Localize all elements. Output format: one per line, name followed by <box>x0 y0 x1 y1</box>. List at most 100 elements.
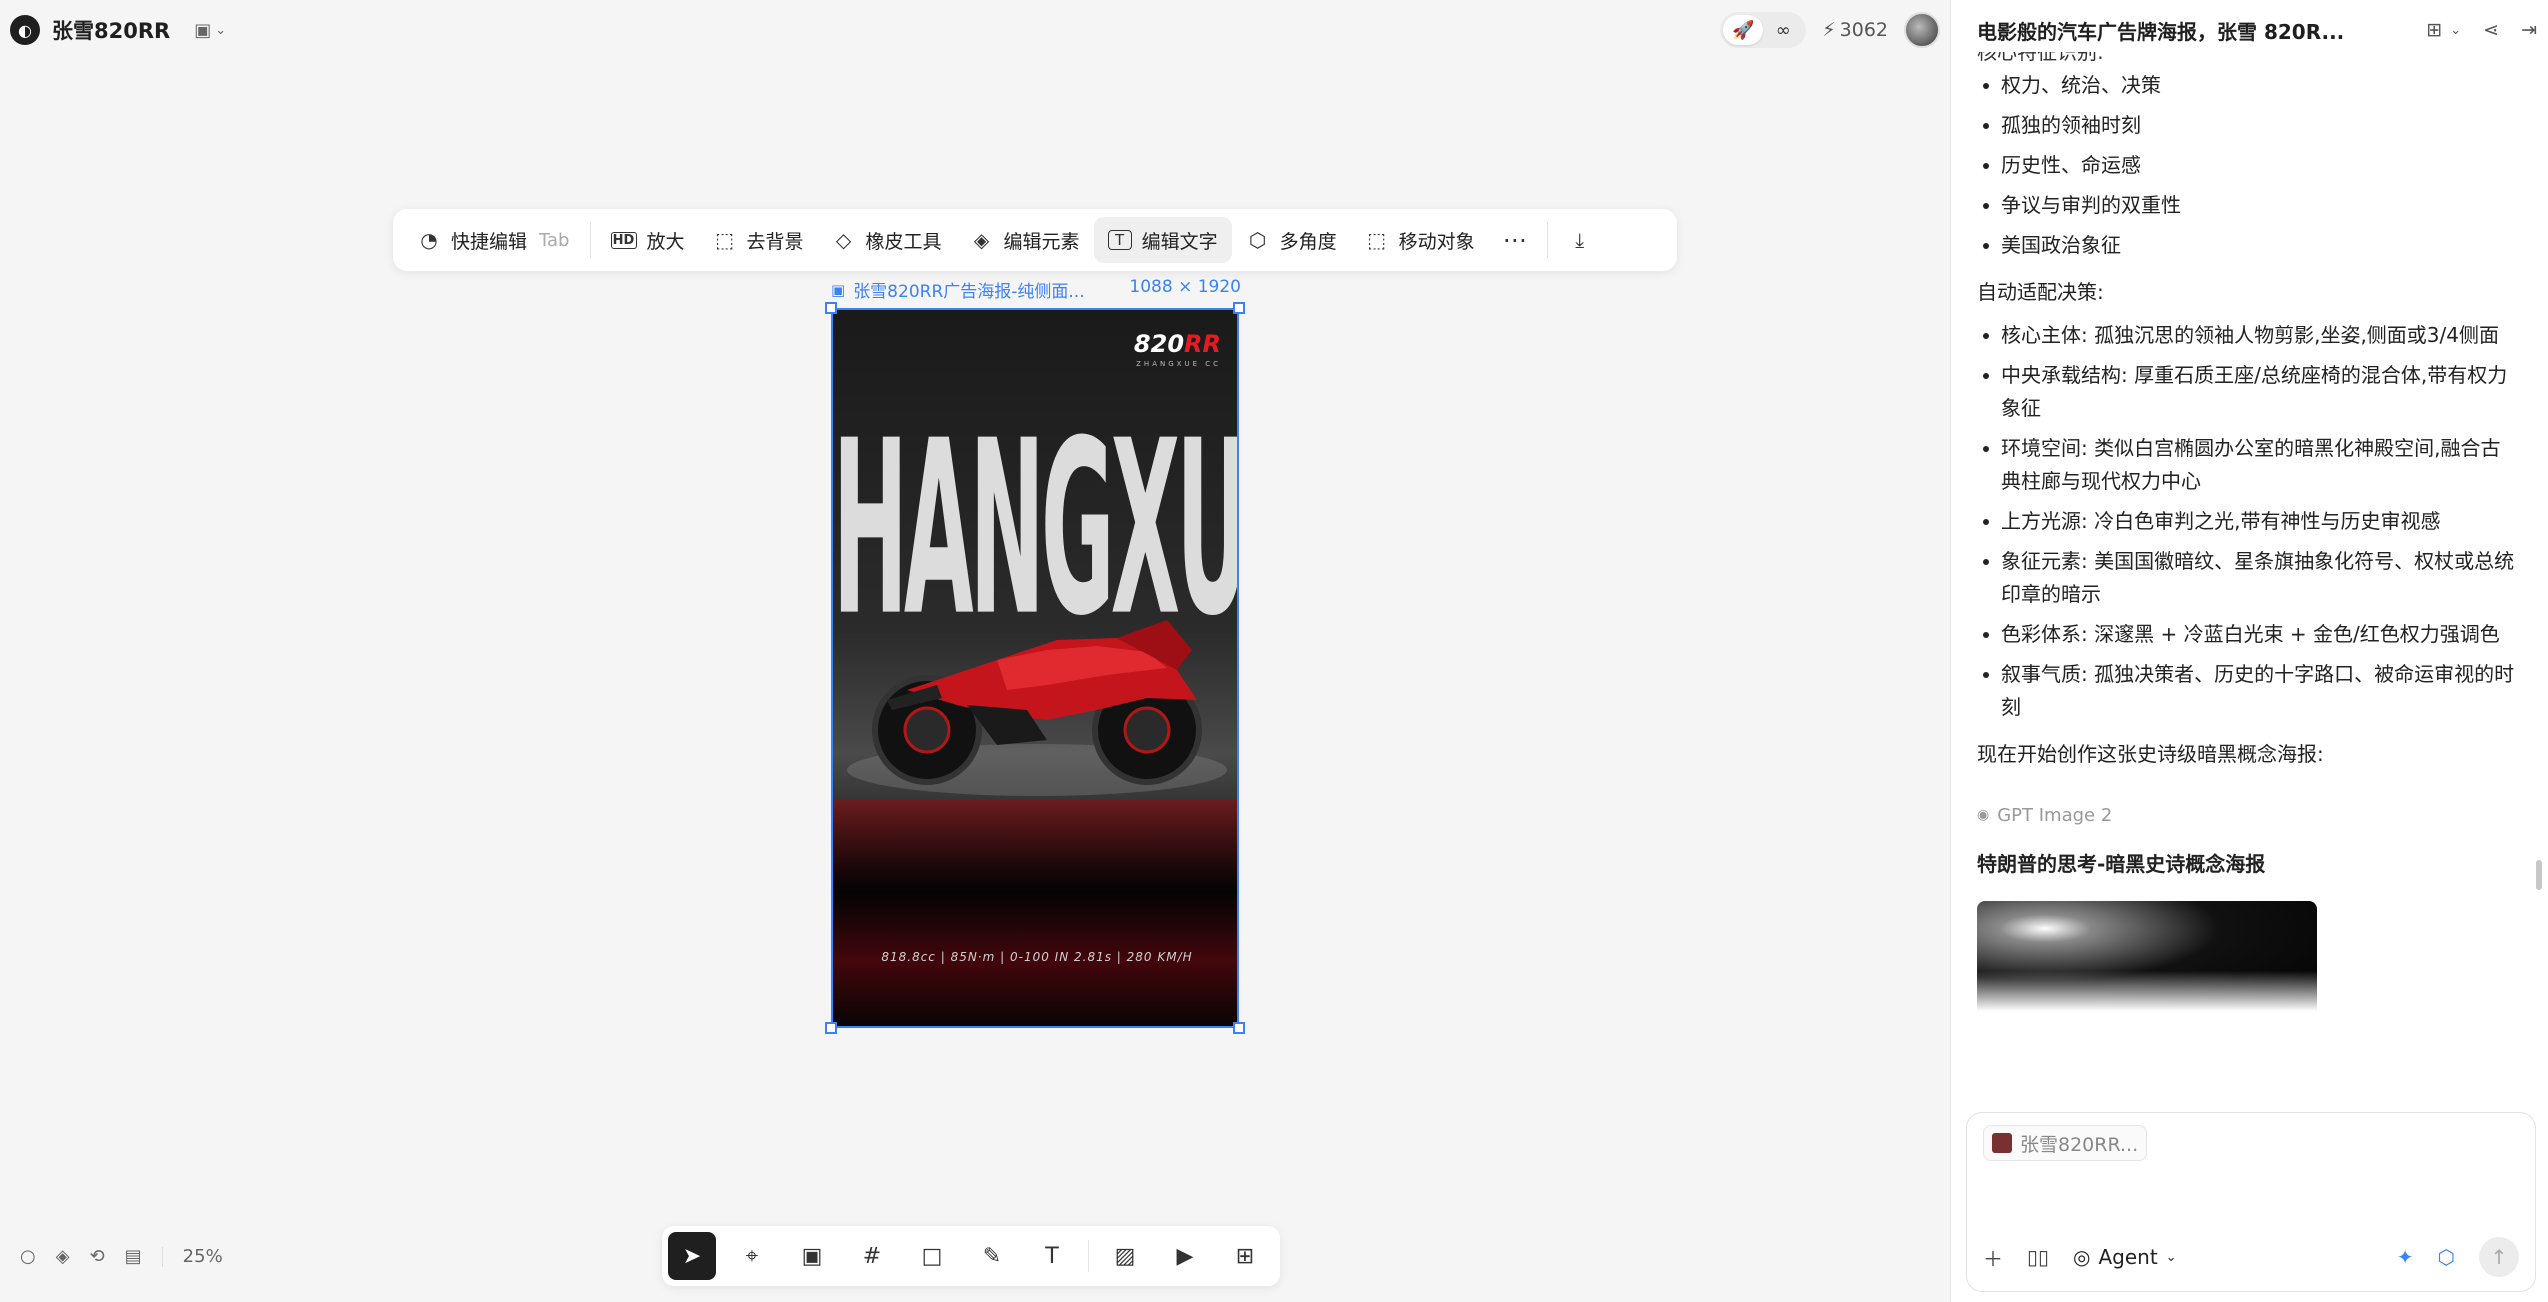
zoom-level[interactable]: 25% <box>183 1246 223 1267</box>
rectangle-tool[interactable]: □ <box>908 1232 956 1280</box>
list-item: 权力、统治、决策 <box>1977 69 2517 102</box>
avatar[interactable] <box>1904 12 1940 48</box>
select-tool[interactable]: ➤ <box>668 1232 716 1280</box>
text-tool[interactable]: T <box>1028 1232 1076 1280</box>
image-name: 张雪820RR广告海报-纯侧面... <box>853 282 1085 302</box>
panel-actions: ⊞ ⌄ ⋖ ⇥ <box>2426 19 2537 41</box>
list-item: 上方光源: 冷白色审判之光,带有神性与历史审视感 <box>1977 505 2517 538</box>
multi-angle-button[interactable]: ⬡ 多角度 <box>1232 217 1351 263</box>
resize-handle-tl[interactable] <box>825 302 837 314</box>
image-generator-tool[interactable]: ▨ <box>1101 1232 1149 1280</box>
poster-specs: 818.8cc | 85N·m | 0-100 IN 2.81s | 280 K… <box>881 950 1193 964</box>
pen-tool[interactable]: ✎ <box>968 1232 1016 1280</box>
list-item: 争议与审判的双重性 <box>1977 189 2517 222</box>
cursor-icon: ➤ <box>682 1243 702 1269</box>
poster-logo-sub: ZHANGXUE CC <box>1136 360 1221 368</box>
resize-handle-br[interactable] <box>1233 1022 1245 1034</box>
conversation-title[interactable]: 电影般的汽车广告牌海报，张雪 820R... <box>1977 16 2377 45</box>
marker-tool[interactable]: ⌖ <box>728 1232 776 1280</box>
image-tool[interactable]: ▣ <box>788 1232 836 1280</box>
reference-thumbnail <box>1992 1133 2012 1153</box>
arrow-up-icon: ↑ <box>2490 1245 2508 1269</box>
more-button[interactable]: ⋯ <box>1489 217 1541 263</box>
credits-value: 3062 <box>1839 19 1888 41</box>
poster-logo: 820RR <box>1134 330 1221 358</box>
eye-icon: ◉ <box>1977 807 1990 823</box>
book-icon[interactable]: ▯▯ <box>2027 1245 2049 1269</box>
new-chat-icon[interactable]: ⊞ <box>2426 19 2442 41</box>
hd-icon: HD <box>610 231 637 249</box>
composer-toolbar: ＋ ▯▯ ◎ Agent ⌄ ✦ ⬡ ↑ <box>1983 1237 2519 1277</box>
agent-selector[interactable]: ◎ Agent ⌄ <box>2073 1245 2177 1269</box>
remove-bg-label: 去背景 <box>746 230 804 253</box>
gallery-icon[interactable]: ▤ <box>125 1246 142 1267</box>
image-icon: ▣ <box>831 280 846 299</box>
reference-chip[interactable]: 张雪820RR... <box>1983 1125 2148 1161</box>
poster-logo-suffix: RR <box>1184 330 1221 358</box>
chevron-down-icon[interactable]: ⌄ <box>2450 23 2461 38</box>
app-logo-icon[interactable]: ◐ <box>10 15 40 45</box>
move-object-icon: ⬚ <box>1367 228 1387 252</box>
mode-toggle[interactable]: 🚀 ∞ <box>1720 12 1807 48</box>
list-item: 美国政治象征 <box>1977 229 2517 262</box>
chat-messages[interactable]: 核心特征识别: 权力、统治、决策 孤独的领袖时刻 历史性、命运感 争议与审判的双… <box>1977 52 2517 1107</box>
toolbar-divider <box>589 222 591 258</box>
scrollbar[interactable] <box>2536 860 2542 890</box>
project-name[interactable]: 张雪820RR <box>52 15 170 45</box>
plus-icon[interactable]: ＋ <box>1983 1243 2003 1272</box>
message-composer[interactable]: 张雪820RR... ＋ ▯▯ ◎ Agent ⌄ ✦ ⬡ ↑ <box>1966 1112 2536 1292</box>
canvas[interactable]: ◐ 张雪820RR ▣ ⌄ ◔ 快捷编辑 Tab HD 放大 ⬚ 去背景 ◇ 橡… <box>0 0 1950 1302</box>
video-generator-tool[interactable]: ▶ <box>1161 1232 1209 1280</box>
cube-icon[interactable]: ⬡ <box>2438 1245 2455 1269</box>
rocket-icon[interactable]: 🚀 <box>1723 15 1764 45</box>
edit-text-label: 编辑文字 <box>1141 230 1218 253</box>
history-icon[interactable]: ⟲ <box>90 1246 105 1267</box>
generated-image-thumbnail[interactable] <box>1977 901 2317 1011</box>
hash-icon: # <box>862 1243 882 1269</box>
list-item: 历史性、命运感 <box>1977 149 2517 182</box>
message-heading: 自动适配决策: <box>1977 280 2104 304</box>
pencil-icon: ✎ <box>982 1243 1002 1269</box>
eraser-button[interactable]: ◇ 橡皮工具 <box>818 217 956 263</box>
image-edit-toolbar: ◔ 快捷编辑 Tab HD 放大 ⬚ 去背景 ◇ 橡皮工具 ◈ 编辑元素 T 编… <box>393 209 1677 271</box>
move-object-label: 移动对象 <box>1398 230 1475 253</box>
location-pin-icon: ⌖ <box>745 1243 759 1269</box>
panel-header: 电影般的汽车广告牌海报，张雪 820R... ⊞ ⌄ ⋖ ⇥ <box>1977 10 2537 50</box>
credits-counter[interactable]: ⚡ 3062 <box>1822 19 1888 41</box>
model-name: GPT Image 2 <box>1997 805 2113 826</box>
list-item: 中央承载结构: 厚重石质王座/总统座椅的混合体,带有权力象征 <box>1977 359 2517 425</box>
circle-icon[interactable]: ○ <box>20 1246 36 1267</box>
upscale-button[interactable]: HD 放大 <box>597 217 699 263</box>
chat-panel: 电影般的汽车广告牌海报，张雪 820R... ⊞ ⌄ ⋖ ⇥ 核心特征识别: 权… <box>1950 0 2548 1302</box>
move-object-button[interactable]: ⬚ 移动对象 <box>1351 217 1489 263</box>
text-generator-tool[interactable]: ⊞ <box>1221 1232 1269 1280</box>
lightbulb-icon[interactable]: ✦ <box>2397 1245 2414 1269</box>
share-icon[interactable]: ⋖ <box>2483 19 2499 41</box>
project-menu-button[interactable]: ▣ ⌄ <box>182 20 226 41</box>
upscale-label: 放大 <box>646 230 685 253</box>
edit-elements-label: 编辑元素 <box>1003 230 1080 253</box>
download-button[interactable]: ⤓ <box>1554 217 1606 263</box>
message-text: 现在开始创作这张史诗级暗黑概念海报: <box>1977 742 2324 766</box>
edit-elements-button[interactable]: ◈ 编辑元素 <box>956 217 1094 263</box>
collapse-panel-icon[interactable]: ⇥ <box>2521 19 2537 41</box>
canvas-footer: ○ ◈ ⟲ ▤ 25% <box>20 1246 223 1267</box>
layers-icon[interactable]: ◈ <box>56 1246 70 1267</box>
frame-tool[interactable]: # <box>848 1232 896 1280</box>
edit-text-button[interactable]: T 编辑文字 <box>1093 217 1232 263</box>
list-item: 色彩体系: 深邃黑 + 冷蓝白光束 + 金色/红色权力强调色 <box>1977 618 2517 651</box>
list-item: 核心主体: 孤独沉思的领袖人物剪影,坐姿,侧面或3/4侧面 <box>1977 319 2517 352</box>
quick-edit-button[interactable]: ◔ 快捷编辑 Tab <box>403 217 584 263</box>
motorcycle-illustration <box>847 620 1227 796</box>
send-button[interactable]: ↑ <box>2479 1237 2519 1277</box>
text-icon: T <box>1045 1243 1059 1269</box>
quick-edit-label: 快捷编辑 <box>451 230 528 253</box>
more-icon: ⋯ <box>1502 226 1527 254</box>
resize-handle-bl[interactable] <box>825 1022 837 1034</box>
infinity-icon[interactable]: ∞ <box>1763 15 1803 45</box>
remove-background-button[interactable]: ⬚ 去背景 <box>699 217 818 263</box>
resize-handle-tr[interactable] <box>1233 302 1245 314</box>
selected-image[interactable]: ZHANGXUE 820RR ZHANGXUE CC 818.8cc | 85N… <box>831 308 1239 1028</box>
poster-reflection <box>833 800 1237 1026</box>
lightning-icon: ⚡ <box>1822 19 1836 41</box>
